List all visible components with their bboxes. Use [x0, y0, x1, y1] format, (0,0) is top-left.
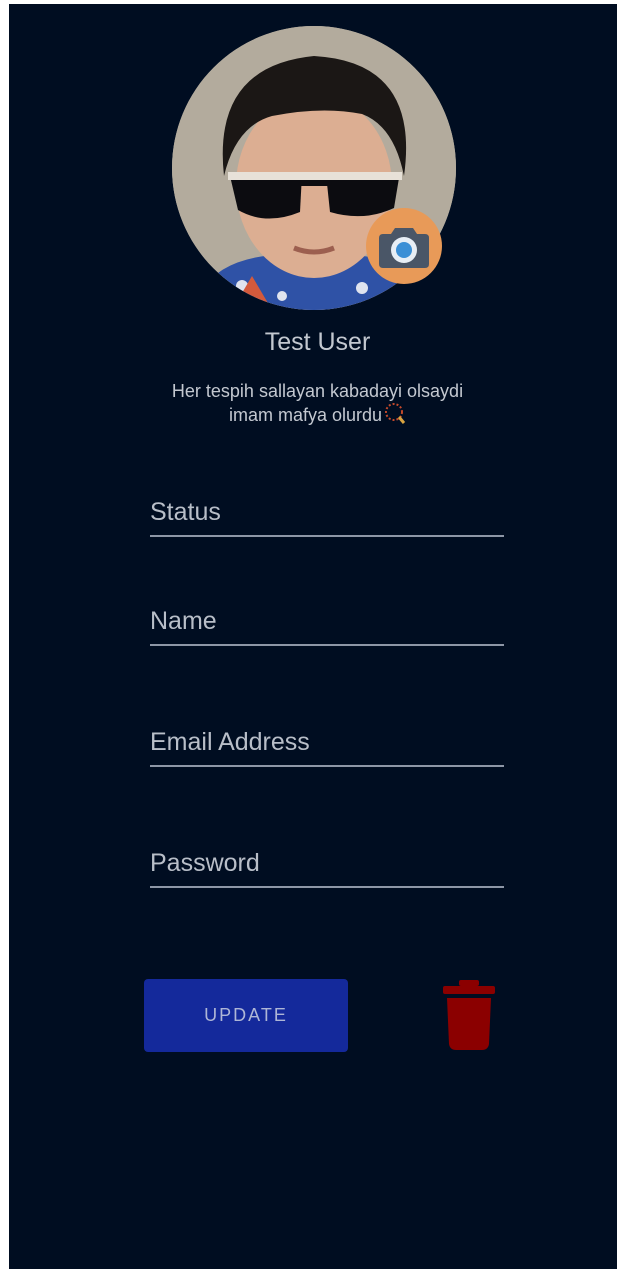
- update-button[interactable]: UPDATE: [144, 979, 348, 1052]
- user-bio: Her tespih sallayan kabadayi olsaydi ima…: [109, 380, 526, 426]
- prayer-beads-icon: [385, 403, 406, 424]
- password-input[interactable]: [150, 849, 504, 886]
- status-input[interactable]: [150, 498, 504, 535]
- name-field[interactable]: [150, 607, 504, 646]
- bio-line: Her tespih sallayan kabadayi olsaydi: [171, 381, 464, 401]
- profile-screen: Test User Her tespih sallayan kabadayi o…: [9, 4, 617, 1269]
- email-field[interactable]: [150, 728, 504, 767]
- bio-line: imam mafya olurdu: [109, 402, 526, 426]
- password-field[interactable]: [150, 849, 504, 888]
- camera-icon: [379, 228, 429, 268]
- status-field[interactable]: [150, 498, 504, 537]
- change-photo-button[interactable]: [366, 208, 442, 284]
- bio-text: imam mafya olurdu: [228, 405, 383, 425]
- trash-icon: [443, 980, 495, 1050]
- name-input[interactable]: [150, 607, 504, 644]
- email-input[interactable]: [150, 728, 504, 765]
- user-name: Test User: [264, 328, 371, 356]
- delete-account-button[interactable]: [441, 978, 497, 1050]
